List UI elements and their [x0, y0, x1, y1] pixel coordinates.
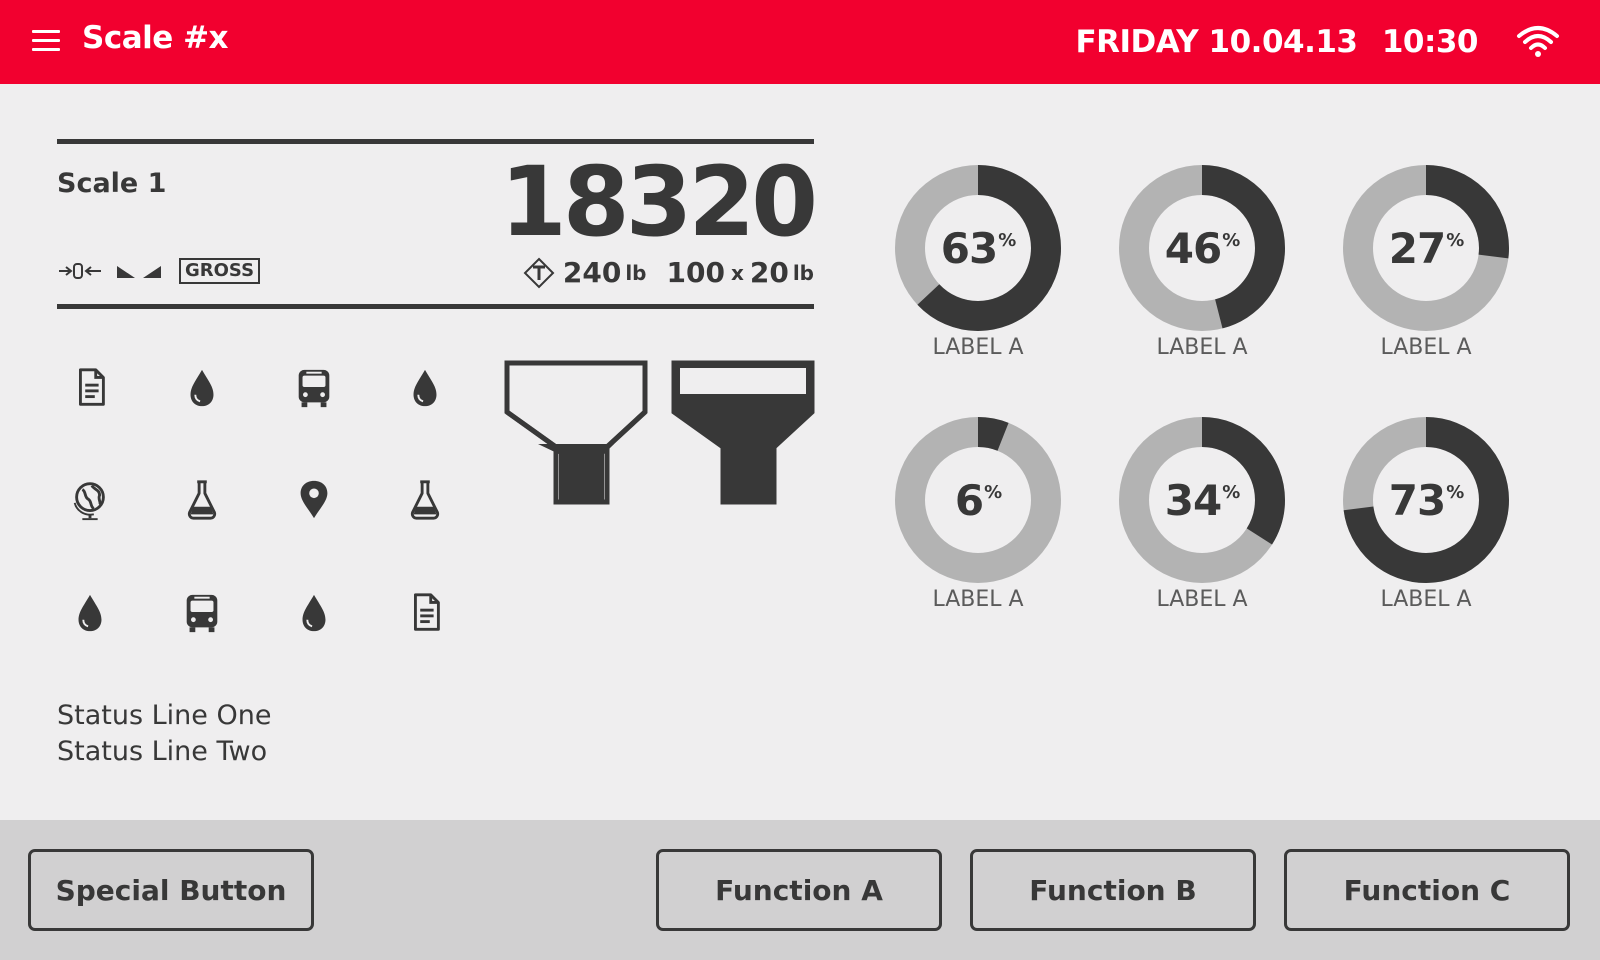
- gauge-value-unit: %: [1222, 229, 1240, 251]
- gauge-value: 46%: [1117, 163, 1287, 333]
- app-title: Scale #x: [82, 20, 229, 56]
- capacity-value: 100: [666, 256, 725, 289]
- gauge-value-unit: %: [1446, 481, 1464, 503]
- gauge-label: LABEL A: [1156, 587, 1248, 612]
- hopper-1: [504, 360, 648, 505]
- bus-icon[interactable]: [174, 585, 230, 641]
- status-line-two: Status Line Two: [57, 736, 268, 767]
- special-button[interactable]: Special Button: [28, 849, 314, 931]
- gauge-value: 27%: [1341, 163, 1511, 333]
- gauge-6: 73% LABEL A: [1341, 415, 1511, 625]
- flask-icon[interactable]: [174, 472, 230, 528]
- gauge-2: 46% LABEL A: [1117, 163, 1287, 373]
- footer-bar: Special Button Function A Function B Fun…: [0, 820, 1600, 960]
- gauge-value-number: 63: [940, 223, 998, 273]
- center-of-zero-icon: [59, 263, 101, 279]
- gauge-value-number: 46: [1164, 223, 1222, 273]
- gauge-value: 34%: [1117, 415, 1287, 585]
- function-a-button[interactable]: Function A: [656, 849, 942, 931]
- location-pin-icon[interactable]: [286, 472, 342, 528]
- document-icon[interactable]: [62, 360, 118, 416]
- date-label: 10.04.13: [1208, 24, 1358, 60]
- wifi-icon[interactable]: [1516, 24, 1560, 58]
- gauge-value-number: 27: [1388, 223, 1446, 273]
- datetime: FRIDAY 10.04.13 10:30: [1075, 24, 1478, 60]
- gauge-1: 63% LABEL A: [893, 163, 1063, 373]
- gauge-value-unit: %: [998, 229, 1016, 251]
- tare-unit: lb: [625, 260, 647, 285]
- gauge-4: 6% LABEL A: [893, 415, 1063, 625]
- icon-grid: [57, 360, 457, 660]
- gauge-label: LABEL A: [932, 587, 1024, 612]
- time-label: 10:30: [1381, 24, 1479, 60]
- scale-panel: Scale 1 GROSS 18320 240 lb 100 x 20 lb: [57, 139, 818, 309]
- document-icon[interactable]: [397, 585, 453, 641]
- hamburger-menu-icon[interactable]: [32, 30, 60, 52]
- gauge-label: LABEL A: [1380, 335, 1472, 360]
- tare-icon: [523, 257, 555, 288]
- header-bar: Scale #x FRIDAY 10.04.13 10:30: [0, 0, 1600, 84]
- bus-icon[interactable]: [286, 360, 342, 416]
- gauge-value-unit: %: [1446, 229, 1464, 251]
- gauge-value: 73%: [1341, 415, 1511, 585]
- drop-icon[interactable]: [174, 360, 230, 416]
- flask-icon[interactable]: [397, 472, 453, 528]
- globe-icon[interactable]: [62, 472, 118, 528]
- division-value: 20: [749, 256, 789, 289]
- function-b-button[interactable]: Function B: [970, 849, 1256, 931]
- status-lines: Status Line One Status Line Two: [57, 698, 271, 770]
- hopper-2: [671, 360, 815, 505]
- weight-display: 18320: [500, 146, 818, 258]
- gauge-label: LABEL A: [1156, 335, 1248, 360]
- gauge-value-number: 34: [1164, 475, 1222, 525]
- gross-badge: GROSS: [179, 258, 261, 284]
- scale-name: Scale 1: [57, 168, 167, 199]
- gauge-value: 6%: [893, 415, 1063, 585]
- function-c-button[interactable]: Function C: [1284, 849, 1570, 931]
- gauge-value: 63%: [893, 163, 1063, 333]
- gauge-label: LABEL A: [932, 335, 1024, 360]
- gauge-value-number: 73: [1388, 475, 1446, 525]
- gauge-value-unit: %: [1222, 481, 1240, 503]
- gauge-5: 34% LABEL A: [1117, 415, 1287, 625]
- gauge-label: LABEL A: [1380, 587, 1472, 612]
- gauge-value-number: 6: [954, 475, 984, 525]
- drop-icon[interactable]: [286, 585, 342, 641]
- capacity-separator: x: [730, 260, 744, 285]
- day-label: FRIDAY: [1075, 24, 1199, 60]
- drop-icon[interactable]: [397, 360, 453, 416]
- gauge-value-unit: %: [984, 481, 1002, 503]
- gauge-3: 27% LABEL A: [1341, 163, 1511, 373]
- status-line-one: Status Line One: [57, 700, 272, 731]
- tare-value: 240: [562, 256, 622, 289]
- division-unit: lb: [792, 260, 814, 285]
- drop-icon[interactable]: [62, 585, 118, 641]
- stable-icon: [117, 266, 161, 278]
- weight-details: 240 lb 100 x 20 lb: [523, 256, 814, 289]
- scale-indicators: GROSS: [57, 256, 261, 286]
